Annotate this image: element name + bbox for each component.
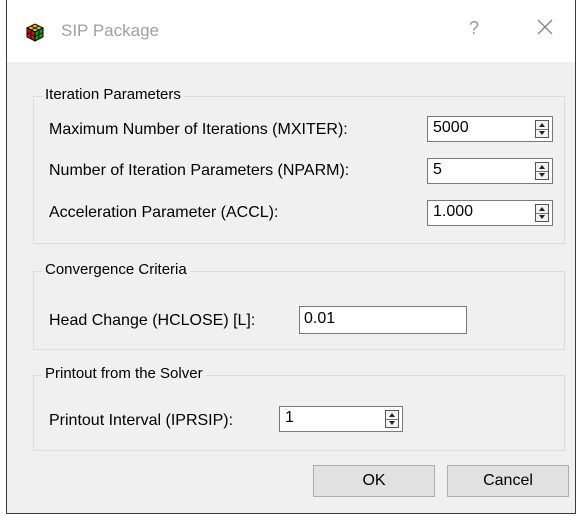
hclose-value: 0.01 — [304, 310, 336, 327]
mxiter-spinbox[interactable]: 5000 — [427, 116, 553, 142]
spin-arrows-icon[interactable] — [385, 410, 399, 428]
spin-arrows-icon[interactable] — [535, 162, 549, 180]
spin-arrows-icon[interactable] — [535, 204, 549, 222]
iteration-parameters-title: Iteration Parameters — [42, 86, 184, 103]
nparm-value: 5 — [433, 161, 442, 178]
printout-title: Printout from the Solver — [42, 365, 206, 382]
help-button[interactable]: ? — [469, 18, 479, 39]
ok-button[interactable]: OK — [313, 465, 435, 497]
iprsip-spinbox[interactable]: 1 — [279, 406, 403, 432]
hclose-input[interactable]: 0.01 — [299, 306, 467, 334]
accl-spinbox[interactable]: 1.000 — [427, 200, 553, 226]
nparm-spinbox[interactable]: 5 — [427, 158, 553, 184]
title-bar: SIP Package ? — [7, 0, 575, 62]
iprsip-label: Printout Interval (IPRSIP): — [49, 412, 234, 429]
sip-package-dialog: SIP Package ? Iteration Parameters Maxim… — [6, 0, 576, 514]
nparm-label: Number of Iteration Parameters (NPARM): — [49, 162, 350, 179]
close-icon[interactable] — [534, 16, 556, 38]
mxiter-label: Maximum Number of Iterations (MXITER): — [49, 121, 348, 138]
mxiter-value: 5000 — [433, 119, 469, 136]
app-cube-icon — [23, 20, 47, 44]
hclose-label: Head Change (HCLOSE) [L]: — [49, 312, 256, 329]
accl-value: 1.000 — [433, 203, 474, 220]
window-title: SIP Package — [61, 21, 159, 40]
spin-arrows-icon[interactable] — [535, 120, 549, 138]
cancel-button[interactable]: Cancel — [447, 465, 569, 497]
accl-label: Acceleration Parameter (ACCL): — [49, 204, 279, 221]
convergence-criteria-title: Convergence Criteria — [42, 261, 190, 278]
iprsip-value: 1 — [285, 409, 294, 426]
